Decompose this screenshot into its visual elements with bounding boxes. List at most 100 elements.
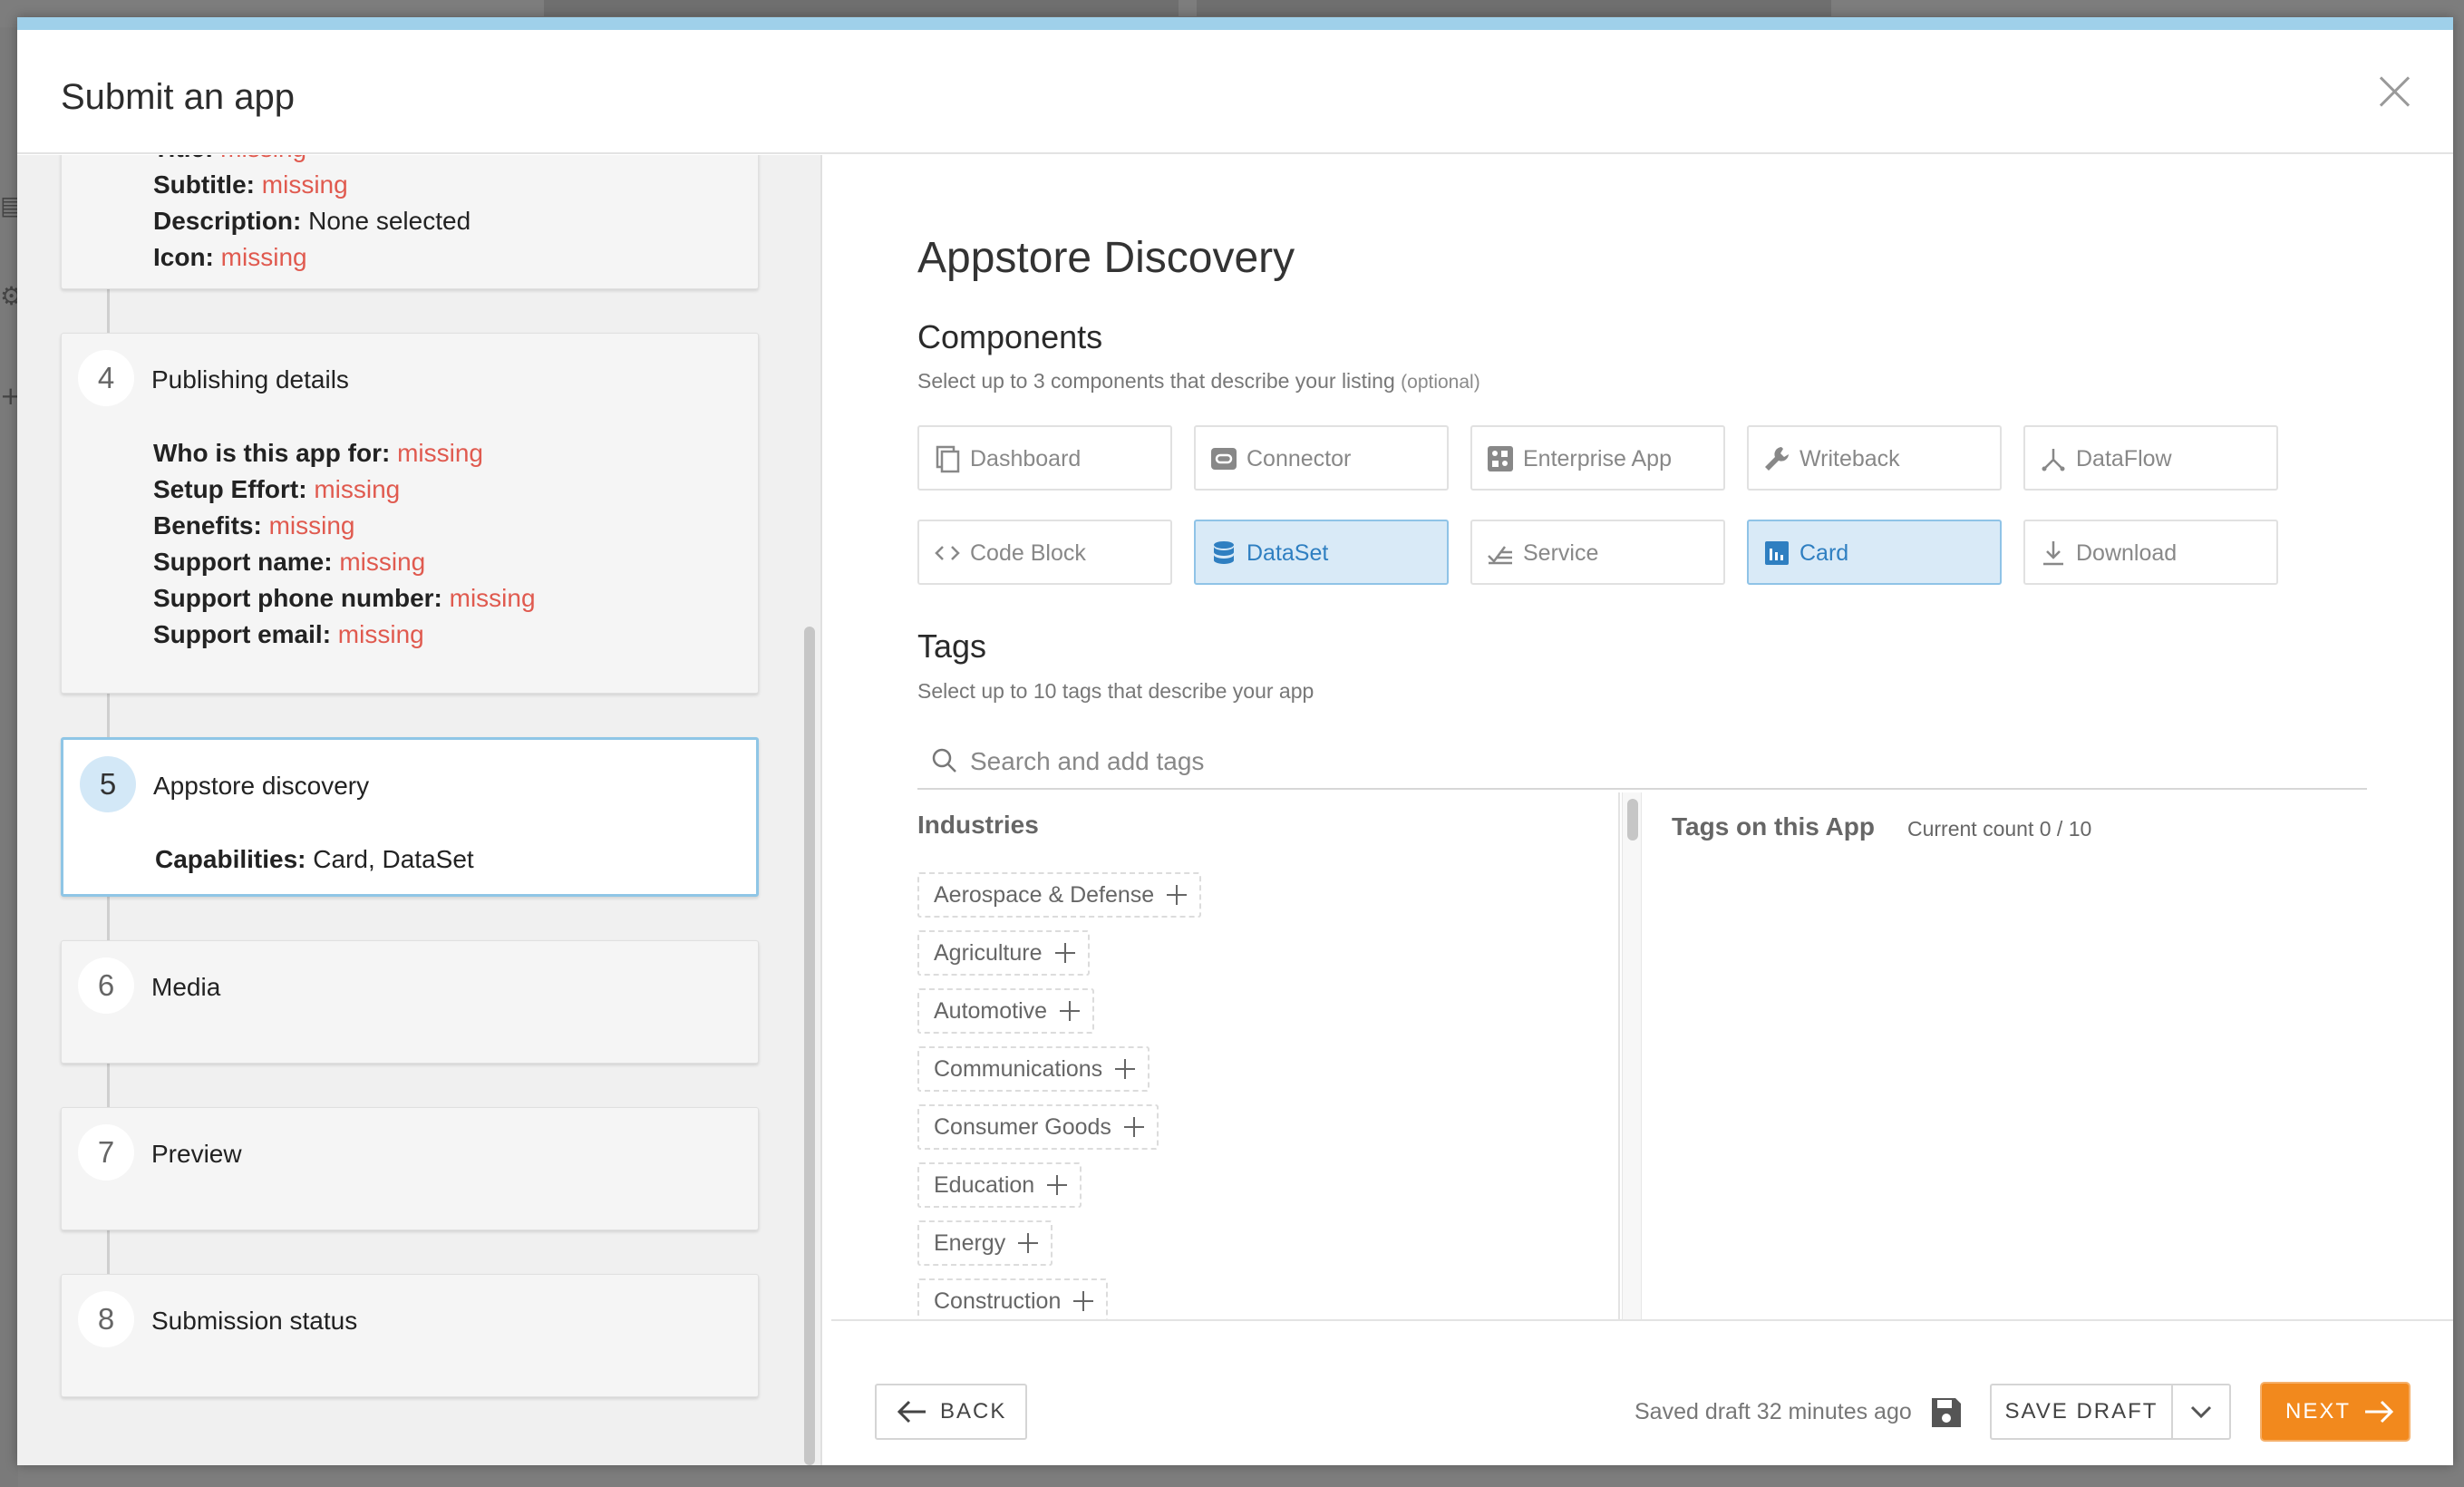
dataflow-icon	[2042, 449, 2065, 471]
component-label: Writeback	[1799, 446, 1900, 471]
component-download[interactable]: Download	[2023, 520, 2278, 585]
step-card-publishing-details[interactable]: 4 Publishing details Who is this app for…	[61, 333, 759, 694]
database-icon	[1214, 541, 1234, 564]
download-icon	[2043, 541, 2063, 566]
plus-icon	[1060, 1001, 1081, 1021]
industries-scrollbar-track[interactable]	[1622, 792, 1642, 1320]
steps-scrollbar[interactable]	[804, 627, 815, 1465]
detail-value: missing	[268, 511, 355, 539]
modal-footer: BACK Saved draft 32 minutes ago SAVE DRA…	[831, 1319, 2453, 1465]
component-label: Code Block	[970, 540, 1086, 566]
next-label: NEXT	[2285, 1399, 2352, 1424]
component-dataflow[interactable]: DataFlow	[2023, 425, 2278, 491]
component-code-block[interactable]: Code Block	[917, 520, 1172, 585]
tag-aerospace-defense[interactable]: Aerospace & Defense	[917, 872, 1202, 918]
step-detail-line: Description: None selected	[153, 203, 470, 239]
detail-value: None selected	[308, 207, 471, 235]
detail-value: missing	[261, 170, 348, 199]
step-title: Submission status	[151, 1307, 358, 1335]
optional-label: (optional)	[1401, 372, 1480, 393]
tag-agriculture[interactable]: Agriculture	[917, 930, 1090, 976]
back-button[interactable]: BACK	[875, 1384, 1027, 1440]
step-details: Who is this app for: missing Setup Effor…	[153, 435, 536, 653]
tag-energy[interactable]: Energy	[917, 1220, 1053, 1266]
component-label: DataSet	[1247, 540, 1329, 566]
step-number: 5	[80, 756, 136, 812]
dashboard-icon	[936, 445, 960, 473]
save-options-dropdown[interactable]	[2171, 1384, 2231, 1440]
step-title: Publishing details	[151, 365, 349, 394]
tag-automotive[interactable]: Automotive	[917, 988, 1095, 1034]
background-strip	[544, 0, 1179, 16]
step-card-media[interactable]: 6 Media	[61, 940, 759, 1064]
component-card[interactable]: Card	[1747, 520, 2002, 585]
close-icon[interactable]	[2375, 72, 2415, 112]
component-label: DataFlow	[2076, 446, 2172, 471]
industries-heading: Industries	[917, 811, 1039, 839]
step-number: 7	[78, 1124, 134, 1181]
step-title: Preview	[151, 1140, 242, 1168]
component-label: Dashboard	[970, 446, 1082, 471]
saved-draft-status: Saved draft 32 minutes ago	[1635, 1399, 1912, 1424]
step-connector	[107, 694, 110, 737]
save-draft-button[interactable]: SAVE DRAFT	[1990, 1384, 2171, 1440]
plus-icon	[1167, 885, 1188, 905]
step-card-appstore-discovery[interactable]: 5 Appstore discovery Capabilities: Card,…	[61, 737, 759, 897]
tag-label: Construction	[934, 1288, 1062, 1314]
step-details: Title: missing Subtitle: missing Descrip…	[153, 155, 470, 276]
component-label: Download	[2076, 540, 2178, 566]
detail-key: Setup Effort:	[153, 475, 307, 503]
tags-on-app-heading: Tags on this App	[1672, 812, 1875, 841]
step-connector	[107, 289, 110, 333]
tag-construction[interactable]: Construction	[917, 1278, 1109, 1320]
service-icon	[1488, 546, 1512, 565]
next-button[interactable]: NEXT	[2262, 1384, 2409, 1440]
detail-key: Support phone number:	[153, 584, 442, 612]
step-detail-line: Who is this app for: missing	[153, 435, 536, 471]
save-icon[interactable]	[1928, 1395, 1964, 1431]
modal-title: Submit an app	[61, 77, 295, 117]
industries-scrollbar-thumb[interactable]	[1627, 799, 1638, 841]
step-card-preview[interactable]: 7 Preview	[61, 1107, 759, 1230]
code-icon	[935, 546, 960, 560]
tag-communications[interactable]: Communications	[917, 1046, 1150, 1092]
step-card-basic-details[interactable]: Title: missing Subtitle: missing Descrip…	[61, 155, 759, 289]
step-number: 6	[78, 957, 134, 1014]
detail-key: Benefits:	[153, 511, 262, 539]
tags-heading: Tags	[917, 627, 987, 665]
step-card-submission-status[interactable]: 8 Submission status	[61, 1274, 759, 1397]
step-detail-line: Benefits: missing	[153, 508, 536, 544]
component-connector[interactable]: Connector	[1194, 425, 1449, 491]
component-dashboard[interactable]: Dashboard	[917, 425, 1172, 491]
step-title: Media	[151, 973, 221, 1001]
search-input[interactable]	[970, 741, 2330, 782]
plus-icon	[1047, 1175, 1068, 1195]
enterprise-app-icon	[1488, 446, 1513, 471]
tag-search[interactable]	[917, 735, 2367, 790]
component-dataset[interactable]: DataSet	[1194, 520, 1449, 585]
detail-value: missing	[220, 243, 307, 271]
step-detail-line: Setup Effort: missing	[153, 471, 536, 508]
background-strip	[1197, 0, 1831, 16]
tag-label: Consumer Goods	[934, 1114, 1111, 1140]
tag-education[interactable]: Education	[917, 1162, 1082, 1208]
component-label: Connector	[1247, 446, 1352, 471]
detail-key: Title:	[153, 155, 213, 162]
plus-icon	[1073, 1291, 1094, 1311]
background-rail: ▤ ⚙ +	[0, 27, 24, 1487]
component-writeback[interactable]: Writeback	[1747, 425, 2002, 491]
background-gear-icon: ⚙	[0, 281, 24, 311]
tag-consumer-goods[interactable]: Consumer Goods	[917, 1104, 1159, 1150]
component-enterprise-app[interactable]: Enterprise App	[1470, 425, 1725, 491]
step-title: Appstore discovery	[153, 772, 370, 800]
components-heading: Components	[917, 318, 1103, 355]
modal-header: Submit an app	[17, 30, 2453, 154]
steps-panel[interactable]: Title: missing Subtitle: missing Descrip…	[17, 155, 822, 1465]
component-service[interactable]: Service	[1470, 520, 1725, 585]
tags-divider	[1618, 792, 1620, 1320]
component-label: Enterprise App	[1523, 446, 1672, 471]
detail-key: Capabilities:	[155, 845, 306, 873]
tag-label: Agriculture	[934, 940, 1043, 966]
detail-value: missing	[220, 155, 306, 162]
tag-label: Automotive	[934, 998, 1048, 1024]
